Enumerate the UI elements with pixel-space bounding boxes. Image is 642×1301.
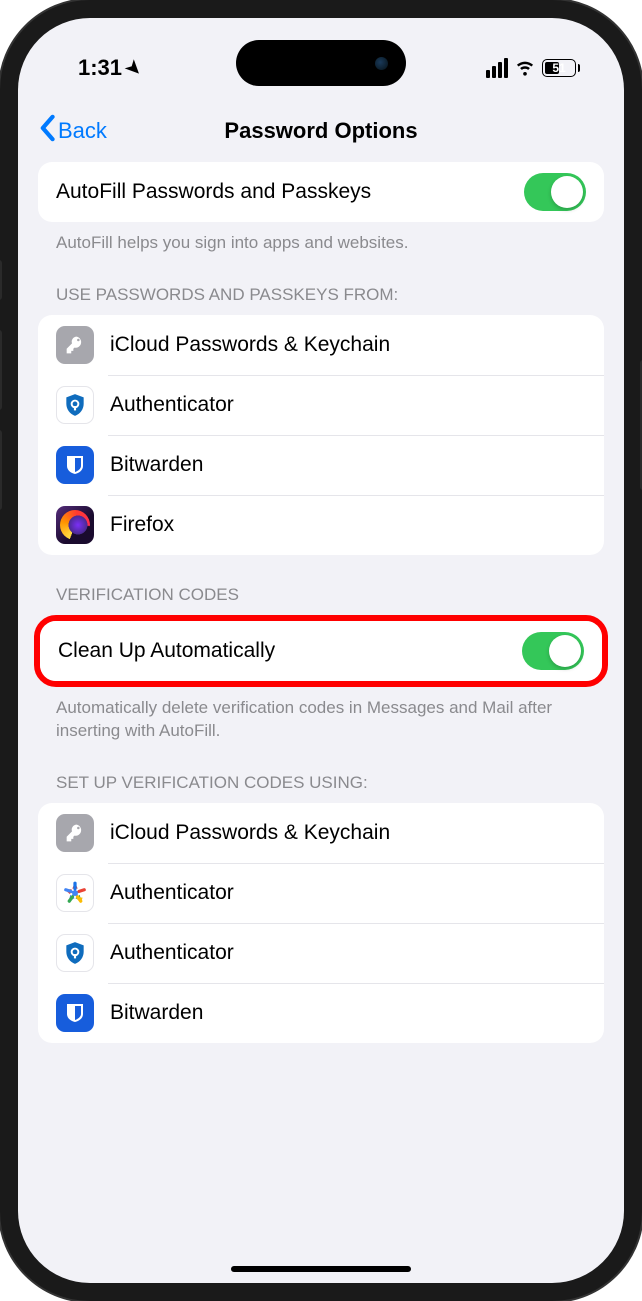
autofill-footer: AutoFill helps you sign into apps and we… — [38, 222, 604, 255]
cleanup-card: Clean Up Automatically — [40, 621, 602, 681]
bitwarden-icon — [56, 994, 94, 1032]
sources-header: USE PASSWORDS AND PASSKEYS FROM: — [38, 255, 604, 315]
source-icloud-row[interactable]: iCloud Passwords & Keychain — [38, 315, 604, 375]
volume-down-button — [0, 430, 2, 510]
content: Back Password Options AutoFill Passwords… — [18, 18, 624, 1283]
sources-card: iCloud Passwords & Keychain Authenticato… — [38, 315, 604, 555]
cleanup-toggle-row[interactable]: Clean Up Automatically — [40, 621, 602, 681]
source-authenticator-row[interactable]: Authenticator — [38, 375, 604, 435]
location-icon: ➤ — [121, 55, 147, 81]
authenticator-icon — [56, 386, 94, 424]
cellular-icon — [486, 58, 508, 78]
autofill-toggle[interactable] — [524, 173, 586, 211]
chevron-left-icon — [38, 114, 56, 148]
setup-icloud-row[interactable]: iCloud Passwords & Keychain — [38, 803, 604, 863]
authenticator-icon — [56, 934, 94, 972]
nav-header: Back Password Options — [18, 98, 624, 162]
firefox-icon — [56, 506, 94, 544]
scroll-area[interactable]: AutoFill Passwords and Passkeys AutoFill… — [18, 162, 624, 1043]
highlight-annotation: Clean Up Automatically — [34, 615, 608, 687]
dynamic-island — [236, 40, 406, 86]
setup-label: Authenticator — [110, 881, 586, 905]
source-firefox-row[interactable]: Firefox — [38, 495, 604, 555]
key-icon — [56, 814, 94, 852]
status-time: 1:31 — [78, 55, 122, 81]
status-left: 1:31 ➤ — [78, 55, 141, 81]
bitwarden-icon — [56, 446, 94, 484]
verification-header: VERIFICATION CODES — [38, 555, 604, 615]
source-label: Bitwarden — [110, 453, 586, 477]
phone-frame: 1:31 ➤ 51 Back — [0, 0, 642, 1301]
battery-icon: 51 — [542, 59, 580, 77]
screen: 1:31 ➤ 51 Back — [18, 18, 624, 1283]
setup-label: iCloud Passwords & Keychain — [110, 821, 586, 845]
wifi-icon — [514, 55, 536, 82]
source-label: Firefox — [110, 513, 586, 537]
cleanup-label: Clean Up Automatically — [58, 639, 506, 663]
source-bitwarden-row[interactable]: Bitwarden — [38, 435, 604, 495]
source-label: Authenticator — [110, 393, 586, 417]
google-authenticator-icon — [56, 874, 94, 912]
page-title: Password Options — [18, 118, 624, 144]
back-label: Back — [58, 118, 107, 144]
silence-switch — [0, 260, 2, 300]
volume-up-button — [0, 330, 2, 410]
setup-label: Authenticator — [110, 941, 586, 965]
front-camera — [375, 57, 388, 70]
back-button[interactable]: Back — [38, 114, 107, 148]
autofill-card: AutoFill Passwords and Passkeys — [38, 162, 604, 222]
source-label: iCloud Passwords & Keychain — [110, 333, 586, 357]
setup-label: Bitwarden — [110, 1001, 586, 1025]
autofill-label: AutoFill Passwords and Passkeys — [56, 180, 508, 204]
cleanup-toggle[interactable] — [522, 632, 584, 670]
setup-header: SET UP VERIFICATION CODES USING: — [38, 743, 604, 803]
verification-footer: Automatically delete verification codes … — [38, 687, 604, 743]
key-icon — [56, 326, 94, 364]
setup-bitwarden-row[interactable]: Bitwarden — [38, 983, 604, 1043]
setup-ms-authenticator-row[interactable]: Authenticator — [38, 923, 604, 983]
home-indicator[interactable] — [231, 1266, 411, 1272]
setup-google-authenticator-row[interactable]: Authenticator — [38, 863, 604, 923]
status-right: 51 — [486, 55, 580, 82]
autofill-toggle-row[interactable]: AutoFill Passwords and Passkeys — [38, 162, 604, 222]
setup-card: iCloud Passwords & Keychain Authenticato… — [38, 803, 604, 1043]
